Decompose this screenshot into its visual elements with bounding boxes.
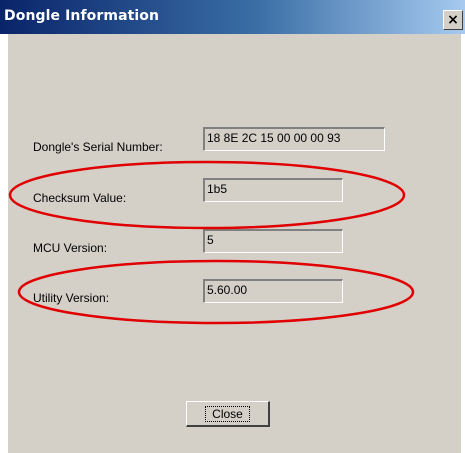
- utility-version-label: Utility Version:: [33, 291, 110, 305]
- utility-version-field[interactable]: 5.60.00: [203, 279, 343, 303]
- window-close-button[interactable]: ×: [443, 10, 463, 30]
- serial-number-field[interactable]: 18 8E 2C 15 00 00 00 93: [203, 127, 385, 151]
- window-title: Dongle Information: [4, 8, 160, 24]
- mcu-version-label: MCU Version:: [33, 241, 108, 255]
- mcu-version-field[interactable]: 5: [203, 229, 343, 253]
- checksum-value-label: Checksum Value:: [33, 191, 127, 205]
- title-bar[interactable]: Dongle Information ×: [0, 0, 465, 34]
- serial-number-label: Dongle's Serial Number:: [33, 140, 163, 154]
- close-button-label: Close: [205, 405, 250, 422]
- checksum-value-field[interactable]: 1b5: [203, 178, 343, 202]
- close-button[interactable]: Close: [186, 401, 270, 427]
- close-icon: ×: [447, 12, 459, 28]
- dongle-information-dialog: Dongle Information × Dongle's Serial Num…: [0, 0, 465, 453]
